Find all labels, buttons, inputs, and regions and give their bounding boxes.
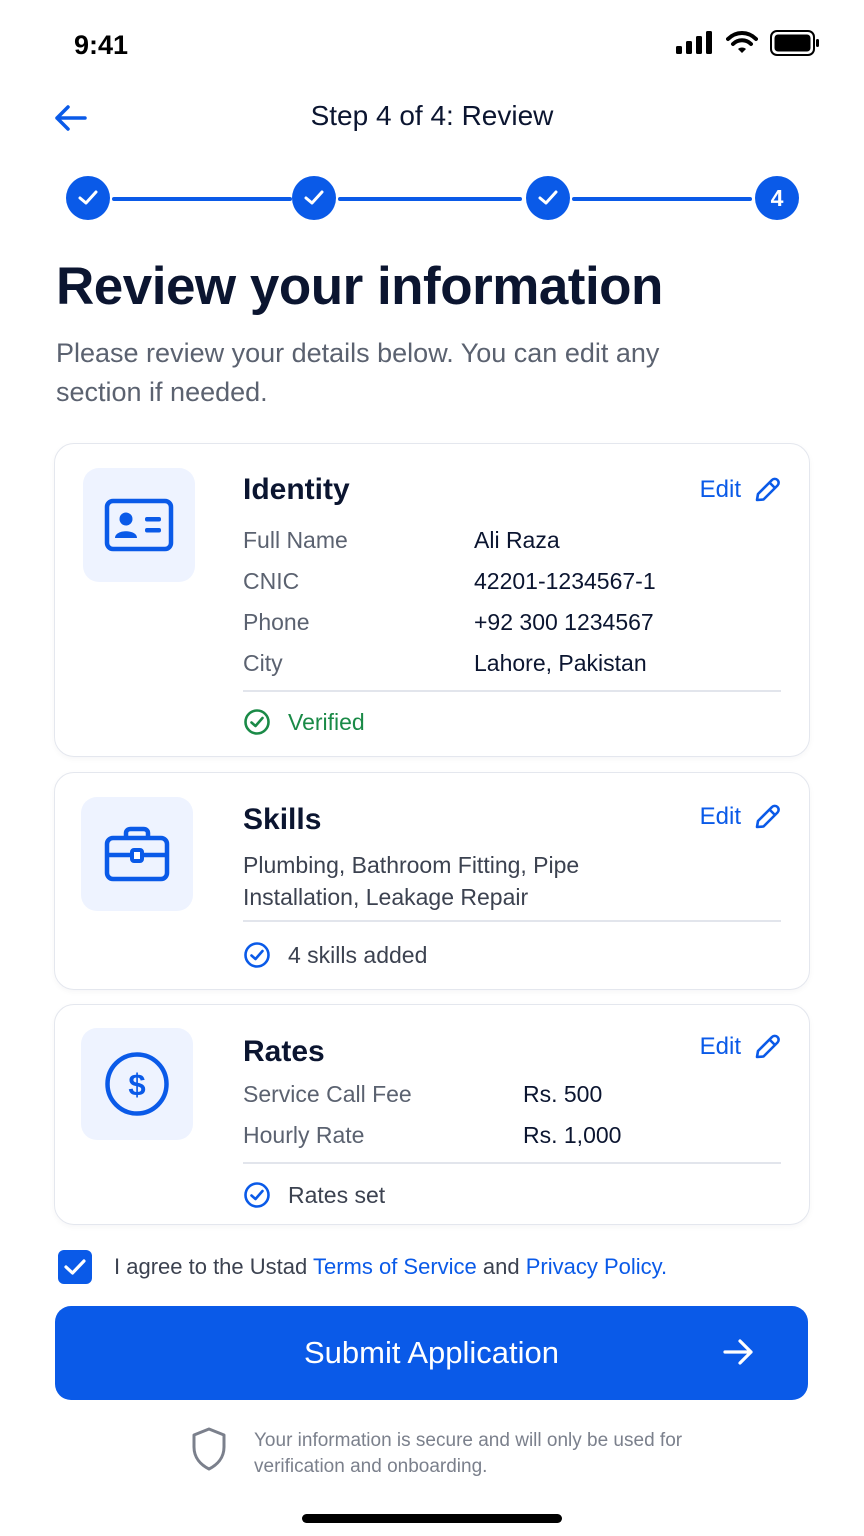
shield-icon (192, 1427, 226, 1471)
rates-row-value: Rs. 1,000 (523, 1122, 622, 1148)
terms-of-service-link[interactable]: Terms of Service (313, 1254, 477, 1279)
step-4-current: 4 (755, 176, 799, 220)
rates-card-icon-box: $ (81, 1028, 193, 1140)
check-icon (538, 190, 558, 205)
check-circle-icon (244, 942, 270, 968)
agree-checkbox[interactable] (58, 1250, 92, 1284)
divider (243, 1162, 781, 1164)
divider (243, 920, 781, 922)
edit-label: Edit (699, 803, 741, 830)
rates-status: Rates set (243, 1181, 385, 1209)
svg-text:$: $ (128, 1067, 145, 1102)
identity-card-icon-box (83, 468, 195, 582)
skills-edit-button[interactable]: Edit (700, 803, 781, 831)
cellular-signal-icon (676, 31, 712, 54)
identity-title: Identity (243, 473, 350, 506)
identity-row-label: Phone (243, 609, 310, 635)
identity-row-label: Full Name (243, 527, 348, 553)
edit-label: Edit (699, 1033, 741, 1060)
agreement-suffix: . (661, 1254, 668, 1279)
identity-edit-button[interactable]: Edit (700, 476, 781, 504)
status-bar: 9:41 (0, 0, 864, 90)
step-connector (572, 197, 752, 201)
rates-row-label: Hourly Rate (243, 1122, 365, 1148)
arrow-right-icon (723, 1339, 753, 1365)
agreement-text: I agree to the Ustad Terms of Service an… (114, 1254, 667, 1280)
status-time: 9:41 (74, 30, 129, 60)
divider (243, 690, 781, 692)
submit-application-button[interactable]: Submit Application (55, 1306, 808, 1400)
identity-row-label: CNIC (243, 568, 300, 594)
pencil-icon (755, 1034, 780, 1059)
briefcase-icon (104, 826, 170, 882)
rates-row-value: Rs. 500 (523, 1081, 603, 1107)
page-subtitle: Please review your details below. You ca… (56, 338, 660, 407)
skills-card-icon-box (81, 797, 193, 911)
wifi-icon (726, 31, 758, 53)
security-note: Your information is secure and will only… (190, 1426, 684, 1480)
rates-edit-button[interactable]: Edit (700, 1033, 781, 1061)
step-connector (112, 197, 292, 201)
identity-row-label: City (243, 650, 283, 676)
check-icon (304, 190, 324, 205)
skills-title: Skills (243, 803, 322, 836)
agreement-prefix: I agree to the Ustad (114, 1254, 313, 1279)
rates-set-label: Rates set (288, 1181, 386, 1208)
step-connector (338, 197, 522, 201)
agreement-row: I agree to the Ustad Terms of Service an… (58, 1250, 667, 1284)
identity-row-value: 42201-1234567-1 (474, 568, 656, 594)
identity-row-value: Ali Raza (474, 527, 560, 553)
verified-label: Verified (288, 708, 365, 735)
step-2-complete (292, 176, 336, 220)
home-indicator (302, 1514, 562, 1523)
skills-card: Skills Edit Plumbing, Bathroom Fitting, … (54, 772, 810, 990)
identity-card: Identity Edit Full Name Ali Raza CNIC 42… (54, 443, 810, 757)
battery-icon (770, 30, 819, 56)
identity-status: Verified (243, 708, 365, 736)
page-title: Review your information (56, 257, 663, 316)
privacy-policy-link[interactable]: Privacy Policy (526, 1254, 661, 1279)
submit-label: Submit Application (303, 1335, 560, 1370)
rates-row-label: Service Call Fee (243, 1081, 412, 1107)
id-card-icon (104, 498, 174, 552)
step-3-complete (526, 176, 570, 220)
identity-row-value: +92 300 1234567 (474, 609, 654, 635)
check-icon (78, 190, 98, 205)
header: Step 4 of 4: Review (0, 92, 864, 144)
security-note-text: Your information is secure and will only… (254, 1430, 683, 1477)
identity-row-value: Lahore, Pakistan (474, 650, 647, 676)
header-title: Step 4 of 4: Review (310, 100, 554, 131)
pencil-icon (755, 804, 780, 829)
dollar-circle-icon: $ (105, 1052, 169, 1116)
status-icons (676, 30, 820, 56)
step-1-complete (66, 176, 110, 220)
check-circle-icon (244, 1182, 270, 1208)
step-4-number: 4 (770, 184, 784, 211)
skills-list: Plumbing, Bathroom Fitting, Pipe Install… (243, 852, 580, 910)
rates-title: Rates (243, 1035, 325, 1068)
pencil-icon (755, 477, 780, 502)
agreement-middle: and (476, 1254, 526, 1279)
skills-count-label: 4 skills added (288, 941, 428, 968)
progress-stepper: 4 (66, 176, 802, 222)
check-circle-icon (244, 709, 270, 735)
rates-card: $ Rates Edit Service Call Fee Rs. 500 Ho… (54, 1004, 810, 1225)
edit-label: Edit (699, 476, 741, 503)
skills-status: 4 skills added (243, 941, 427, 969)
check-icon (64, 1259, 86, 1275)
